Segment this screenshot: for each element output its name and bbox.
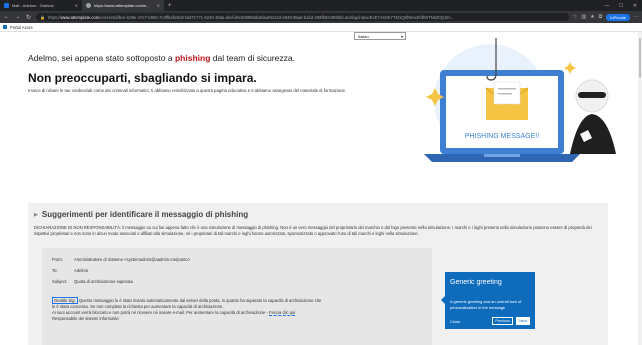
address-bar-row: ← → ↻ 🔒 https://www.attemplate.com/exe/4… (0, 11, 642, 23)
page-scrollbar[interactable] (638, 32, 642, 345)
tab-outlook[interactable]: Mail - Adelmo - Outlook ✕ (0, 0, 82, 11)
browser-tab-bar: Mail - Adelmo - Outlook ✕ https://www.at… (0, 0, 642, 11)
email-subject-row: Subject: Quota di archiviazione superata (52, 279, 133, 284)
scrollbar-thumb[interactable] (639, 38, 641, 78)
coachmark-pointer (441, 296, 445, 304)
new-tab-icon[interactable]: + (164, 0, 176, 11)
intro-text: Invece di rubare le tue credenziali come… (28, 88, 347, 93)
email-link[interactable]: Faccia clic qui (268, 310, 296, 316)
disclaimer-text: DICHIARAZIONE DI NON RESPONSABILITÀ: il … (34, 225, 592, 236)
email-signature: Responsabile dei sistemi informativi (52, 316, 119, 321)
page-title: Non preoccuparti, sbagliando si impara. (28, 71, 257, 85)
headline: Adelmo, sei appena stato sottoposto a ph… (28, 53, 295, 63)
email-to-row: To: Adelmo (52, 268, 88, 273)
chevron-right-icon: ▶ (34, 211, 38, 218)
more-icon[interactable]: ⋯ (634, 14, 639, 20)
chevron-down-icon: ▾ (400, 33, 403, 39)
lock-icon: 🔒 (40, 14, 45, 20)
coachmark-footer: Close Previous Next (450, 317, 530, 325)
coachmark-title: Generic greeting (450, 279, 502, 286)
to-value: Adelmo (74, 268, 89, 273)
collections-icon[interactable]: ⧉ (599, 14, 603, 20)
tips-title: Suggerimenti per identificare il messagg… (41, 210, 249, 219)
screen-text: PHISHING MESSAGE!! (465, 133, 539, 140)
subject-label: Subject: (52, 279, 68, 284)
to-label: To: (52, 268, 58, 273)
close-window-icon[interactable]: ✕ (628, 0, 642, 11)
close-tab-icon[interactable]: ✕ (75, 3, 78, 8)
url-domain: www.attemplate.com (60, 14, 100, 20)
phishing-illustration: PHISHING MESSAGE!! (424, 38, 616, 162)
language-value: Italian (358, 33, 369, 39)
close-button[interactable]: Close (450, 319, 460, 324)
favorite-star-icon[interactable]: ☆ (573, 14, 577, 20)
email-body-text: Questo messaggio le è stato inviato auto… (52, 298, 322, 309)
url-field[interactable]: 🔒 https://www.attemplate.com/exe/4e6d/bc… (36, 13, 569, 21)
maximize-icon[interactable]: ☐ (614, 0, 628, 11)
favorites-icon[interactable]: ★ (590, 14, 594, 20)
bookmark-portal-azure[interactable]: Portal Azure (10, 25, 33, 30)
page-icon (86, 3, 91, 8)
email-body-text-2: Ai suoi account verrà bloccato e non pot… (52, 310, 268, 315)
previous-button[interactable]: Previous (492, 317, 514, 325)
coachmark-body: A generic greeting and an overall lack o… (450, 299, 522, 310)
hacker-icon (570, 79, 616, 154)
tab-title: Mail - Adelmo - Outlook (12, 3, 54, 8)
url-prefix: https:// (47, 14, 61, 20)
headline-text: Adelmo, sei appena stato sottoposto a (28, 53, 175, 63)
bookmarks-bar: Portal Azure (0, 23, 642, 32)
minimize-icon[interactable]: — (600, 0, 614, 11)
headline-text-end: dal team di sicurezza. (210, 53, 295, 63)
outlook-icon (4, 3, 9, 8)
split-screen-icon[interactable]: ▥ (581, 14, 586, 20)
tips-header[interactable]: ▶ Suggerimenti per identificare il messa… (34, 210, 248, 219)
tab-landing[interactable]: https://www.attemplate.com/e... ✕ (82, 0, 164, 11)
back-icon[interactable]: ← (3, 14, 10, 20)
sample-email: From: Amministratore di Sistema <systema… (42, 248, 432, 345)
email-body: Gentile Sig. Questo messaggio le è stato… (52, 297, 322, 322)
tip-coachmark: Generic greeting A generic greeting and … (441, 272, 535, 329)
headline-phishing: phishing (174, 53, 211, 63)
tab-title: https://www.attemplate.com/e... (94, 3, 150, 8)
close-tab-icon[interactable]: ✕ (157, 3, 160, 8)
subject-value: Quota di archiviazione superata (74, 279, 133, 284)
from-label: From: (52, 257, 63, 262)
from-value: Amministratore di Sistema <systemadmin@a… (74, 257, 191, 262)
azure-icon (3, 25, 7, 29)
generic-greeting-highlight[interactable]: Gentile Sig. (52, 297, 78, 304)
refresh-icon[interactable]: ↻ (25, 14, 32, 21)
email-from-row: From: Amministratore di Sistema <systema… (52, 257, 190, 262)
language-select[interactable]: Italian ▾ (354, 32, 406, 40)
next-button[interactable]: Next (516, 317, 530, 325)
url-path: /exe/4e6d/bce-b39e-47e7-b955-7c0ffb4fe6b… (99, 14, 455, 20)
inprivate-badge[interactable]: InPrivate (606, 13, 630, 21)
forward-icon[interactable]: → (14, 14, 21, 20)
